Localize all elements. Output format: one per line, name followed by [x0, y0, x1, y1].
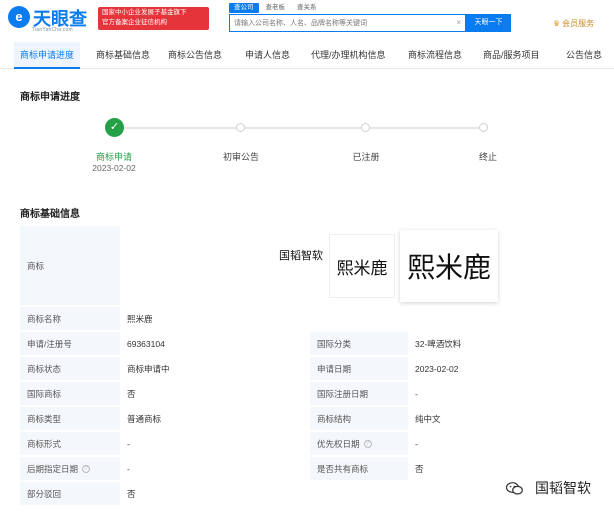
search-tab-boss[interactable]: 查老板 — [261, 3, 291, 13]
row-label: 商标状态 — [20, 357, 120, 380]
table-row: 商标状态 商标申请中 申请日期 2023-02-02 — [20, 357, 604, 381]
table-row: 商标类型 普通商标 商标结构 纯中文 — [20, 407, 604, 431]
help-icon[interactable]: ? — [82, 464, 91, 473]
basic-info-section-title: 商标基础信息 — [20, 209, 80, 220]
search-input[interactable] — [230, 15, 448, 31]
search-type-tabs: 查公司 查老板 查关系 — [229, 3, 324, 13]
tab-application-progress[interactable]: 商标申请进度 — [14, 42, 81, 69]
search-button[interactable]: 天眼一下 — [466, 14, 511, 32]
tab-basic-info[interactable]: 商标基础信息 — [96, 42, 150, 69]
watermark-bottom: 国韬智软 — [505, 478, 591, 498]
table-row: 国际商标 否 国际注册日期 - — [20, 382, 604, 406]
tab-agency-info[interactable]: 代理/办理机构信息 — [311, 42, 386, 69]
tab-announcement-info[interactable]: 商标公告信息 — [168, 42, 222, 69]
step-date-apply: 2023-02-02 — [92, 163, 136, 173]
row-value: 69363104 — [120, 332, 310, 355]
table-row: 商标名称 熙米鹿 — [20, 307, 604, 331]
gov-badge-line2: 官方备案企业征信机构 — [102, 19, 167, 26]
row-label: 优先权日期 — [317, 438, 360, 449]
clear-icon[interactable]: × — [456, 18, 461, 27]
row-value: - — [120, 432, 310, 455]
row-value: 否 — [408, 457, 604, 480]
row-label: 国际商标 — [20, 382, 120, 405]
row-label: 国际注册日期 — [310, 382, 408, 405]
row-label: 后期指定日期 — [27, 463, 79, 474]
step-dot-2 — [236, 123, 245, 132]
step-label-terminated: 终止 — [478, 152, 498, 162]
row-label-with-help: 后期指定日期? — [20, 457, 120, 480]
step-dot-3 — [361, 123, 370, 132]
step-dot-4 — [479, 123, 488, 132]
wechat-icon — [505, 481, 523, 495]
tianyancha-logo[interactable]: e 天眼查 TianYanCha.com — [8, 4, 98, 34]
table-row: 申请/注册号 69363104 国际分类 32-啤酒饮料 — [20, 332, 604, 356]
progress-steps: ✓ 商标申请 2023-02-02 初审公告 已注册 终止 — [0, 110, 614, 180]
row-value: 普通商标 — [120, 407, 310, 430]
row-label: 商标形式 — [20, 432, 120, 455]
trademark-image-enlarged: 熙米鹿 — [400, 230, 498, 302]
tab-notices[interactable]: 公告信息 — [566, 42, 602, 69]
row-label: 商标名称 — [20, 307, 120, 330]
logo-mark-icon: e — [8, 6, 30, 28]
step-label-preliminary: 初审公告 — [222, 152, 260, 162]
row-value: 商标申请中 — [120, 357, 310, 380]
row-value: 否 — [120, 382, 310, 405]
vip-service-link[interactable]: ♛ 会员服务 — [553, 18, 594, 29]
search-tab-relation[interactable]: 查关系 — [292, 3, 322, 13]
search-box: × — [229, 14, 466, 32]
row-label: 申请日期 — [310, 357, 408, 380]
crown-icon: ♛ — [553, 19, 561, 28]
check-icon: ✓ — [105, 118, 124, 137]
row-value: - — [120, 457, 310, 480]
vip-label: 会员服务 — [562, 19, 595, 28]
row-value: 纯中文 — [408, 407, 604, 430]
row-value: - — [408, 382, 604, 405]
gov-badge-line1: 国家中小企业发展子基金旗下 — [102, 9, 187, 16]
section-tabbar: 商标申请进度 商标基础信息 商标公告信息 申请人信息 代理/办理机构信息 商标流… — [0, 42, 614, 69]
trademark-image-thumbnail[interactable]: 熙米鹿 — [329, 234, 395, 298]
table-row: 商标 — [20, 226, 604, 306]
help-icon[interactable]: ? — [363, 439, 372, 448]
tab-applicant-info[interactable]: 申请人信息 — [245, 42, 290, 69]
step-label-apply: 商标申请 — [95, 152, 133, 162]
step-label-registered: 已注册 — [352, 152, 380, 162]
row-label: 部分驳回 — [20, 482, 120, 505]
row-label: 申请/注册号 — [20, 332, 120, 355]
watermark-bottom-text: 国韬智软 — [535, 480, 591, 496]
table-row: 商标形式 - 优先权日期? - — [20, 432, 604, 456]
row-value: - — [408, 432, 604, 455]
row-label: 是否共有商标 — [310, 457, 408, 480]
tab-process-info[interactable]: 商标流程信息 — [408, 42, 462, 69]
top-header: e 天眼查 TianYanCha.com 国家中小企业发展子基金旗下 官方备案企… — [0, 0, 614, 38]
row-label: 商标结构 — [310, 407, 408, 430]
row-label: 商标类型 — [20, 407, 120, 430]
row-value: 熙米鹿 — [120, 307, 604, 330]
trademark-label: 商标 — [20, 226, 120, 305]
row-value: 32-啤酒饮料 — [408, 332, 604, 355]
progress-section-title: 商标申请进度 — [20, 92, 80, 103]
tab-goods-services[interactable]: 商品/服务项目 — [483, 42, 540, 69]
row-label: 国际分类 — [310, 332, 408, 355]
row-label-with-help: 优先权日期? — [310, 432, 408, 455]
gov-badge: 国家中小企业发展子基金旗下 官方备案企业征信机构 — [98, 7, 209, 30]
progress-track — [120, 127, 486, 129]
row-value: 2023-02-02 — [408, 357, 604, 380]
watermark-inline: 国韬智软 — [279, 250, 323, 262]
logo-subtext: TianYanCha.com — [32, 27, 73, 33]
search-tab-company[interactable]: 查公司 — [229, 3, 259, 13]
